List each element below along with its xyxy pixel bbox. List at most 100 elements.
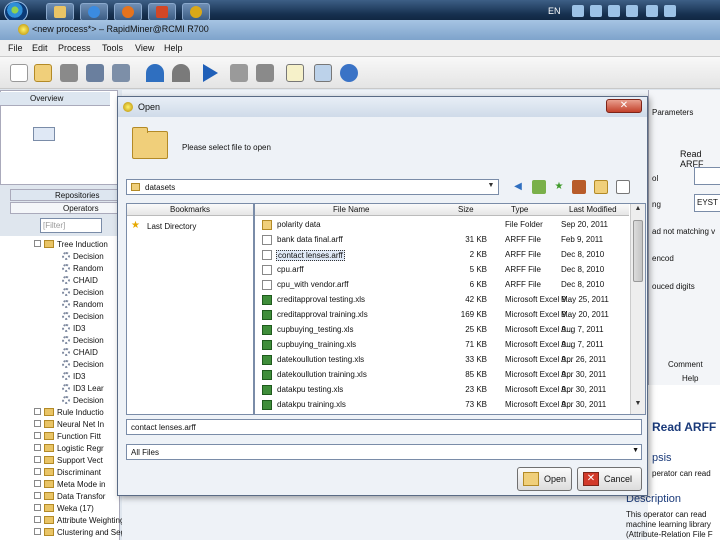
- flag-icon[interactable]: [590, 5, 602, 17]
- save-icon[interactable]: [60, 64, 78, 82]
- delete-icon[interactable]: [572, 180, 586, 194]
- tree-operator-item[interactable]: Random: [62, 264, 103, 275]
- result-view-icon[interactable]: [314, 64, 332, 82]
- firefox-icon[interactable]: [114, 3, 142, 21]
- open-folder-icon[interactable]: [34, 64, 52, 82]
- file-row[interactable]: datakpu testing.xls 23 KB Microsoft Excel …: [255, 383, 629, 398]
- tree-folder-item[interactable]: Rule Inductio: [34, 408, 104, 419]
- tab-operators[interactable]: Operators: [10, 202, 118, 214]
- undo-icon[interactable]: [146, 64, 164, 82]
- bookmark-last-directory[interactable]: Last Directory: [147, 222, 196, 231]
- tree-folder-item[interactable]: Tree Induction: [34, 240, 108, 251]
- file-row[interactable]: cpu_with vendor.arff 6 KB ARFF File Dec 8, …: [255, 278, 629, 293]
- menu-view[interactable]: View: [135, 43, 154, 53]
- file-row[interactable]: creditapproval training.xls 169 KB Microso…: [255, 308, 629, 323]
- menu-edit[interactable]: Edit: [32, 43, 48, 53]
- expand-icon[interactable]: [34, 408, 41, 415]
- cancel-button[interactable]: ✕ Cancel: [577, 467, 642, 491]
- view-options-icon[interactable]: [616, 180, 630, 194]
- dialog-titlebar[interactable]: Open ✕: [118, 97, 647, 117]
- tree-folder-item[interactable]: Discriminant: [34, 468, 101, 479]
- param-field-2[interactable]: EYST: [694, 194, 720, 212]
- expand-icon[interactable]: [34, 468, 41, 475]
- tab-help[interactable]: Help: [682, 374, 698, 383]
- file-row[interactable]: bank data final.arff 31 KB ARFF File Feb 9,…: [255, 233, 629, 248]
- file-row[interactable]: datekoullution testing.xls 33 KB Microsoft…: [255, 353, 629, 368]
- expand-icon[interactable]: [34, 528, 41, 535]
- tree-folder-item[interactable]: Data Transfor: [34, 492, 105, 503]
- back-arrow-icon[interactable]: ◀: [511, 180, 525, 194]
- tree-operator-item[interactable]: Decision: [62, 360, 104, 371]
- operator-filter-input[interactable]: [Filter]: [40, 218, 102, 233]
- tree-folder-item[interactable]: Neural Net In: [34, 420, 104, 431]
- tree-operator-item[interactable]: Decision: [62, 252, 104, 263]
- menu-process[interactable]: Process: [58, 43, 91, 53]
- info-icon[interactable]: [340, 64, 358, 82]
- tree-operator-item[interactable]: ID3: [62, 324, 85, 335]
- tab-parameters[interactable]: Parameters: [652, 108, 693, 117]
- tree-operator-item[interactable]: Decision: [62, 336, 104, 347]
- expand-icon[interactable]: [34, 480, 41, 487]
- arrow-icon[interactable]: [608, 5, 620, 17]
- battery-icon[interactable]: [626, 5, 638, 17]
- save-as-icon[interactable]: [86, 64, 104, 82]
- add-bookmark-icon[interactable]: ★: [552, 180, 566, 194]
- tree-operator-item[interactable]: Decision: [62, 396, 104, 407]
- file-row[interactable]: datekoullution training.xls 85 KB Microsof…: [255, 368, 629, 383]
- new-file-icon[interactable]: [10, 64, 28, 82]
- powerpoint-icon[interactable]: [148, 3, 176, 21]
- signal-icon[interactable]: [646, 5, 658, 17]
- explorer-icon[interactable]: [46, 3, 74, 21]
- tree-operator-item[interactable]: CHAID: [62, 348, 98, 359]
- tree-operator-item[interactable]: ID3 Lear: [62, 384, 104, 395]
- tree-folder-item[interactable]: Weka (17): [34, 504, 94, 515]
- stop-icon[interactable]: [256, 64, 274, 82]
- internet-explorer-icon[interactable]: [80, 3, 108, 21]
- volume-icon[interactable]: [664, 5, 676, 17]
- scrollbar[interactable]: ▲ ▼: [630, 204, 645, 414]
- scroll-up-icon[interactable]: ▲: [632, 205, 644, 217]
- tree-folder-item[interactable]: Logistic Regr: [34, 444, 104, 455]
- scrollbar-thumb[interactable]: [633, 220, 643, 282]
- file-name-input[interactable]: contact lenses.arff: [126, 419, 642, 435]
- new-folder-icon[interactable]: [594, 180, 608, 194]
- open-button[interactable]: Open: [517, 467, 572, 491]
- file-type-select[interactable]: All Files ▼: [126, 444, 642, 460]
- file-row[interactable]: cupbuying_training.xls 71 KB Microsoft Exc…: [255, 338, 629, 353]
- menu-file[interactable]: File: [8, 43, 23, 53]
- expand-icon[interactable]: [34, 516, 41, 523]
- tab-comment[interactable]: Comment: [668, 360, 703, 369]
- file-row[interactable]: creditapproval testing.xls 42 KB Microsoft…: [255, 293, 629, 308]
- pause-icon[interactable]: [230, 64, 248, 82]
- file-row[interactable]: datakpu training.xls 73 KB Microsoft Excel…: [255, 398, 629, 413]
- up-folder-icon[interactable]: [532, 180, 546, 194]
- design-view-icon[interactable]: [286, 64, 304, 82]
- expand-icon[interactable]: [34, 492, 41, 499]
- redo-icon[interactable]: [172, 64, 190, 82]
- tab-repositories[interactable]: Repositories: [10, 189, 118, 201]
- tree-operator-item[interactable]: Decision: [62, 312, 104, 323]
- run-icon[interactable]: [203, 64, 218, 82]
- menu-help[interactable]: Help: [164, 43, 183, 53]
- file-row[interactable]: cupbuying_testing.xls 25 KB Microsoft Exce…: [255, 323, 629, 338]
- tree-folder-item[interactable]: Function Fitt: [34, 432, 101, 443]
- menu-tools[interactable]: Tools: [102, 43, 123, 53]
- expand-icon[interactable]: [34, 240, 41, 247]
- tree-operator-item[interactable]: Decision: [62, 288, 104, 299]
- language-indicator[interactable]: EN: [548, 6, 561, 16]
- tree-operator-item[interactable]: CHAID: [62, 276, 98, 287]
- scroll-down-icon[interactable]: ▼: [632, 400, 644, 412]
- column-size[interactable]: Size: [458, 204, 474, 216]
- file-row[interactable]: cpu.arff 5 KB ARFF File Dec 8, 2010: [255, 263, 629, 278]
- file-row[interactable]: contact lenses.arff 2 KB ARFF File Dec 8, 2…: [255, 248, 629, 263]
- expand-icon[interactable]: [34, 420, 41, 427]
- tree-operator-item[interactable]: Random: [62, 300, 103, 311]
- param-field-1[interactable]: [694, 167, 720, 185]
- expand-icon[interactable]: [34, 432, 41, 439]
- network-icon[interactable]: [572, 5, 584, 17]
- close-button[interactable]: ✕: [606, 99, 642, 113]
- column-last-modified[interactable]: Last Modified: [569, 204, 617, 216]
- file-row[interactable]: polarity data File Folder Sep 20, 2011: [255, 218, 629, 233]
- print-icon[interactable]: [112, 64, 130, 82]
- column-file-name[interactable]: File Name: [333, 204, 369, 216]
